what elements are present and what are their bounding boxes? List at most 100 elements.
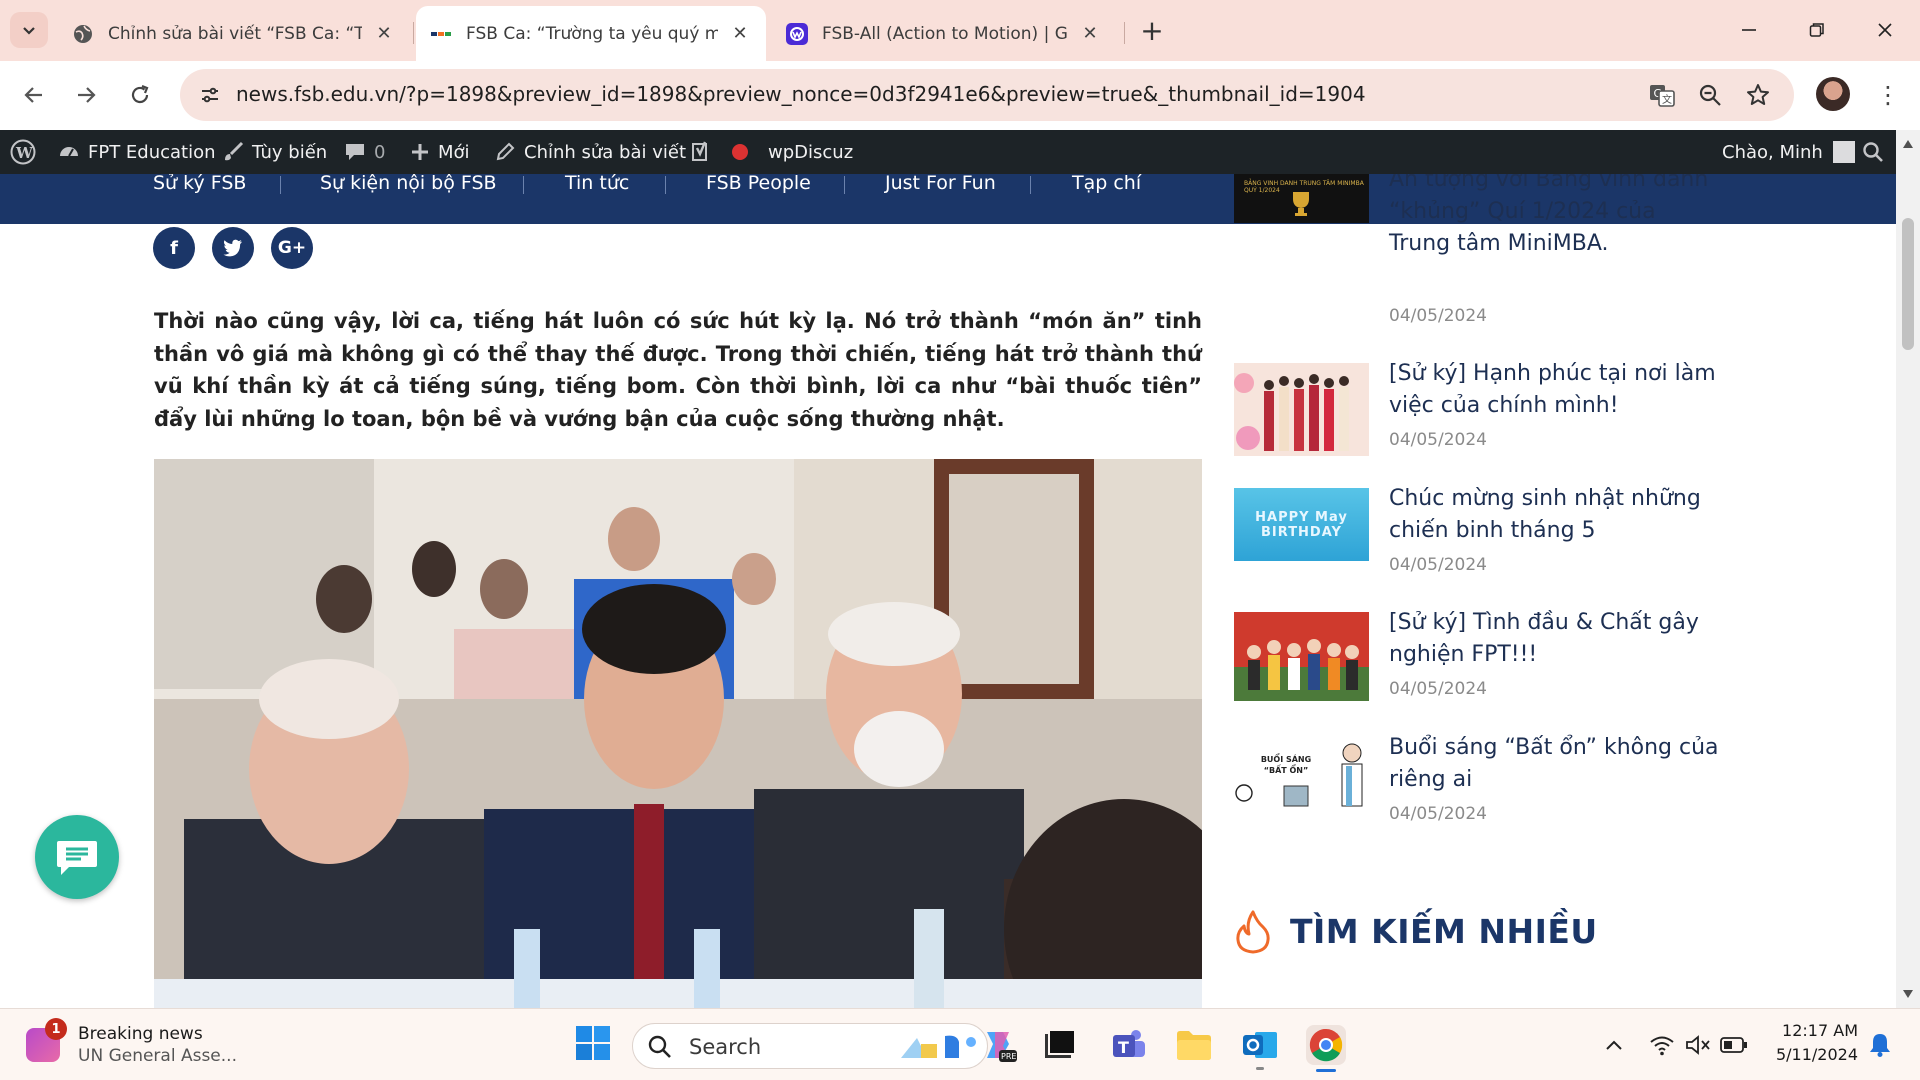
article-intro: Thời nào cũng vậy, lời ca, tiếng hát luô… (154, 309, 1202, 431)
close-icon (1878, 23, 1892, 37)
close-icon[interactable]: ✕ (728, 22, 752, 46)
profile-avatar[interactable] (1816, 77, 1850, 111)
tab-separator (1124, 22, 1125, 44)
sidebar-post-title[interactable]: Buổi sáng “Bất ổn” không của riêng ai (1389, 732, 1719, 796)
start-button[interactable] (573, 1023, 613, 1063)
sidebar-post-thumb[interactable]: BUỔI SÁNG “BẤT ỔN” (1234, 738, 1369, 814)
scroll-thumb[interactable] (1902, 218, 1914, 350)
sidebar-post-title[interactable]: Chúc mừng sinh nhật những chiến binh thá… (1389, 483, 1719, 547)
plus-icon (410, 142, 430, 162)
customize-link[interactable]: Tùy biến (222, 130, 327, 174)
forward-button[interactable] (66, 75, 106, 115)
news-widget-icon: 1 (26, 1018, 67, 1062)
new-label: Mới (438, 141, 470, 163)
file-explorer-app[interactable] (1174, 1025, 1214, 1065)
tray-overflow-button[interactable] (1594, 1025, 1634, 1065)
share-google-plus-button[interactable]: G+ (271, 227, 313, 269)
taskbar-search-box[interactable]: Search (632, 1023, 988, 1069)
nav-item-tin-tuc[interactable]: Tin tức (565, 174, 629, 202)
scroll-up-arrow-icon[interactable] (1903, 140, 1913, 148)
edit-post-link[interactable]: Chỉnh sửa bài viết (494, 130, 686, 174)
copilot-app[interactable]: PRE (978, 1025, 1018, 1065)
close-window-button[interactable] (1860, 10, 1910, 50)
chrome-app[interactable] (1306, 1025, 1346, 1072)
notifications-button[interactable] (1860, 1025, 1900, 1065)
nav-item-su-kien-noi-bo[interactable]: Sự kiện nội bộ FSB (320, 174, 497, 202)
wpdiscuz-link[interactable]: wpDiscuz (768, 130, 853, 174)
comments-link[interactable]: 0 (344, 130, 385, 174)
sidebar-post-date: 04/05/2024 (1389, 306, 1487, 326)
greeting-label: Chào, Minh (1722, 141, 1823, 163)
tab-workplace[interactable]: FSB-All (Action to Motion) | Gro ✕ (772, 6, 1116, 61)
browser-menu-button[interactable]: ⋮ (1868, 75, 1908, 115)
tab-search-button[interactable] (10, 12, 48, 48)
search-icon (1863, 142, 1883, 162)
translate-icon[interactable]: G文 (1646, 79, 1678, 111)
tab-edit-post[interactable]: Chỉnh sửa bài viết “FSB Ca: “Trườ ✕ (58, 6, 410, 61)
page-scrollbar[interactable] (1896, 130, 1920, 1008)
admin-search-button[interactable] (1862, 130, 1884, 174)
nav-item-fsb-people[interactable]: FSB People (706, 174, 811, 202)
teams-app[interactable]: T (1108, 1025, 1148, 1065)
kebab-menu-icon: ⋮ (1876, 81, 1900, 109)
page-viewport: Sử ký FSB Sự kiện nội bộ FSB Tin tức FSB… (0, 174, 1896, 1008)
scroll-down-arrow-icon[interactable] (1903, 990, 1913, 998)
url-text[interactable]: news.fsb.edu.vn/?p=1898&preview_id=1898&… (236, 82, 1366, 106)
zoom-icon[interactable] (1694, 79, 1726, 111)
close-icon[interactable]: ✕ (1078, 22, 1102, 46)
tray-time: 12:17 AM (1782, 1021, 1858, 1040)
nav-separator (1030, 176, 1031, 194)
running-indicator (1256, 1067, 1264, 1070)
sidebar-post-date: 04/05/2024 (1389, 555, 1487, 575)
task-view-app[interactable] (1040, 1025, 1080, 1065)
network-button[interactable] (1642, 1025, 1682, 1065)
restore-button[interactable] (1792, 10, 1842, 50)
wordpress-icon: W (10, 139, 36, 165)
sidebar-post-thumb[interactable]: BẢNG VINH DANH TRUNG TÂM MINIMBA QUÝ 1/2… (1234, 174, 1369, 223)
chat-widget-button[interactable] (35, 815, 119, 899)
sidebar-post-date: 04/05/2024 (1389, 430, 1487, 450)
most-searched-heading: TÌM KIẾM NHIỀU (1290, 912, 1598, 951)
wordpress-logo-button[interactable]: W (10, 130, 36, 174)
site-info-icon[interactable] (194, 79, 226, 111)
minimize-button[interactable] (1724, 10, 1774, 50)
share-twitter-button[interactable] (212, 227, 254, 269)
copilot-icon: PRE (987, 1032, 1017, 1062)
sidebar-post-title[interactable]: [Sử ký] Tình đầu & Chất gây nghiện FPT!!… (1389, 607, 1719, 671)
share-facebook-button[interactable]: f (153, 227, 195, 269)
outlook-app[interactable] (1240, 1025, 1280, 1070)
close-icon[interactable]: ✕ (372, 22, 396, 46)
minimize-icon (1742, 29, 1756, 31)
sidebar-post-thumb[interactable] (1234, 612, 1369, 701)
tab-title: FSB-All (Action to Motion) | Gro (822, 23, 1068, 44)
news-widget[interactable]: 1 Breaking news UN General Asse... (26, 1017, 237, 1073)
svg-text:T: T (1118, 1038, 1129, 1057)
sidebar-post-title[interactable]: [Sử ký] Hạnh phúc tại nơi làm việc của c… (1389, 358, 1719, 422)
fsb-icon (430, 23, 452, 45)
address-bar[interactable]: news.fsb.edu.vn/?p=1898&preview_id=1898&… (180, 69, 1794, 121)
tab-fsb-preview[interactable]: FSB Ca: “Trường ta yêu quý mãi ✕ (416, 6, 766, 61)
nav-item-tap-chi[interactable]: Tạp chí (1072, 174, 1141, 202)
tray-clock[interactable]: 12:17 AM 5/11/2024 (1768, 1019, 1858, 1067)
new-tab-button[interactable]: + (1136, 14, 1168, 47)
trophy-icon (1293, 192, 1309, 216)
customize-label: Tùy biến (252, 141, 328, 163)
reload-button[interactable] (120, 75, 160, 115)
sidebar-post-thumb[interactable] (1234, 363, 1369, 456)
new-content-link[interactable]: Mới (410, 130, 470, 174)
nav-separator (665, 176, 666, 194)
tab-title: FSB Ca: “Trường ta yêu quý mãi (466, 23, 718, 44)
yoast-seo-button[interactable] (690, 130, 748, 174)
search-box-label: Search (689, 1035, 762, 1059)
volume-button[interactable] (1678, 1025, 1718, 1065)
sidebar-post-thumb[interactable]: HAPPY May BIRTHDAY (1234, 488, 1369, 561)
nav-item-su-ky-fsb[interactable]: Sử ký FSB (153, 174, 246, 202)
back-button[interactable] (14, 75, 54, 115)
nav-item-just-for-fun[interactable]: Just For Fun (885, 174, 996, 202)
sidebar-post-title[interactable]: Ấn tượng với Bảng vinh danh “khủng” Quí … (1389, 174, 1719, 260)
browser-toolbar: news.fsb.edu.vn/?p=1898&preview_id=1898&… (0, 61, 1920, 130)
battery-button[interactable] (1714, 1025, 1754, 1065)
user-account-menu[interactable]: Chào, Minh (1722, 130, 1855, 174)
bookmark-star-icon[interactable] (1742, 79, 1774, 111)
site-name-link[interactable]: FPT Education (58, 130, 216, 174)
